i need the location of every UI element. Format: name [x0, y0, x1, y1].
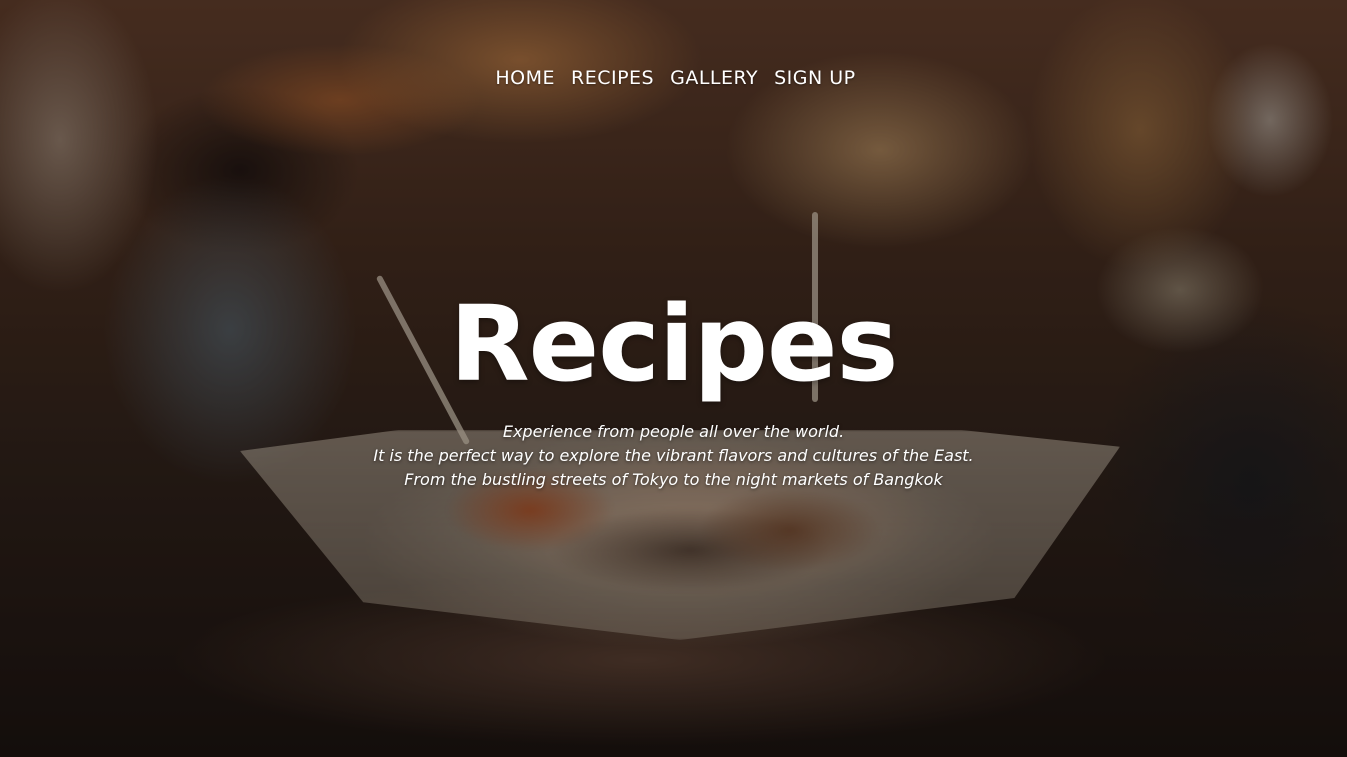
- nav-home-link[interactable]: HOME: [487, 64, 563, 92]
- nav-signup-link[interactable]: SIGN UP: [766, 64, 864, 92]
- subtitle-line: It is the perfect way to explore the vib…: [373, 446, 974, 465]
- page-title: Recipes: [449, 283, 899, 405]
- main-nav: HOME RECIPES GALLERY SIGN UP: [0, 64, 1347, 92]
- hero-section: HOME RECIPES GALLERY SIGN UP Recipes Exp…: [0, 0, 1347, 757]
- subtitle-line: From the bustling streets of Tokyo to th…: [404, 470, 943, 489]
- subtitle-line: Experience from people all over the worl…: [502, 422, 845, 441]
- nav-gallery-link[interactable]: GALLERY: [662, 64, 766, 92]
- nav-recipes-link[interactable]: RECIPES: [563, 64, 662, 92]
- hero-subtitle: Experience from people all over the worl…: [0, 420, 1347, 492]
